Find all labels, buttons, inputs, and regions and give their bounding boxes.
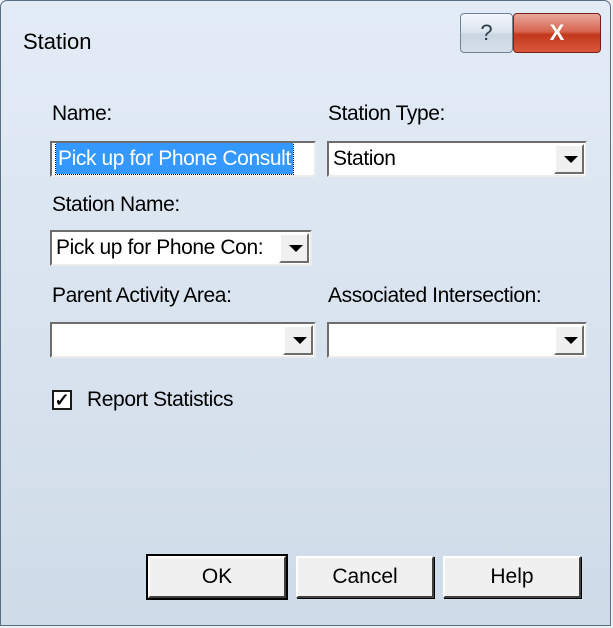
report-statistics-checkbox[interactable]: ✓ [52, 390, 72, 410]
station-type-dropdown[interactable]: Station [327, 141, 587, 177]
station-name-dropdown[interactable]: Pick up for Phone Con: [50, 230, 312, 266]
cancel-button[interactable]: Cancel [296, 556, 434, 598]
station-type-value: Station [333, 147, 396, 170]
dialog-title: Station [23, 29, 92, 54]
associated-intersection-dropdown[interactable] [327, 322, 587, 358]
title-bar[interactable]: Station ? X [1, 1, 612, 77]
name-label: Name: [52, 102, 112, 125]
station-name-label: Station Name: [52, 193, 180, 216]
station-name-value: Pick up for Phone Con: [56, 236, 264, 259]
station-type-label: Station Type: [328, 102, 445, 125]
dropdown-arrow-icon[interactable] [554, 144, 584, 174]
parent-activity-area-dropdown[interactable] [50, 322, 316, 358]
name-input-value: Pick up for Phone Consult [55, 143, 294, 175]
ok-button[interactable]: OK [146, 554, 288, 600]
dropdown-arrow-icon[interactable] [283, 325, 313, 355]
checkmark-icon: ✓ [54, 390, 70, 410]
associated-intersection-label: Associated Intersection: [328, 284, 542, 307]
parent-activity-area-label: Parent Activity Area: [52, 284, 232, 307]
report-statistics-label[interactable]: Report Statistics [87, 388, 233, 412]
name-input[interactable]: Pick up for Phone Consult [50, 141, 316, 177]
station-dialog: Station ? X [0, 0, 611, 626]
close-icon[interactable]: X [513, 13, 601, 53]
help-button[interactable]: Help [443, 556, 581, 598]
dropdown-arrow-icon[interactable] [279, 233, 309, 263]
help-question-icon[interactable]: ? [460, 13, 513, 53]
dropdown-arrow-icon[interactable] [554, 325, 584, 355]
